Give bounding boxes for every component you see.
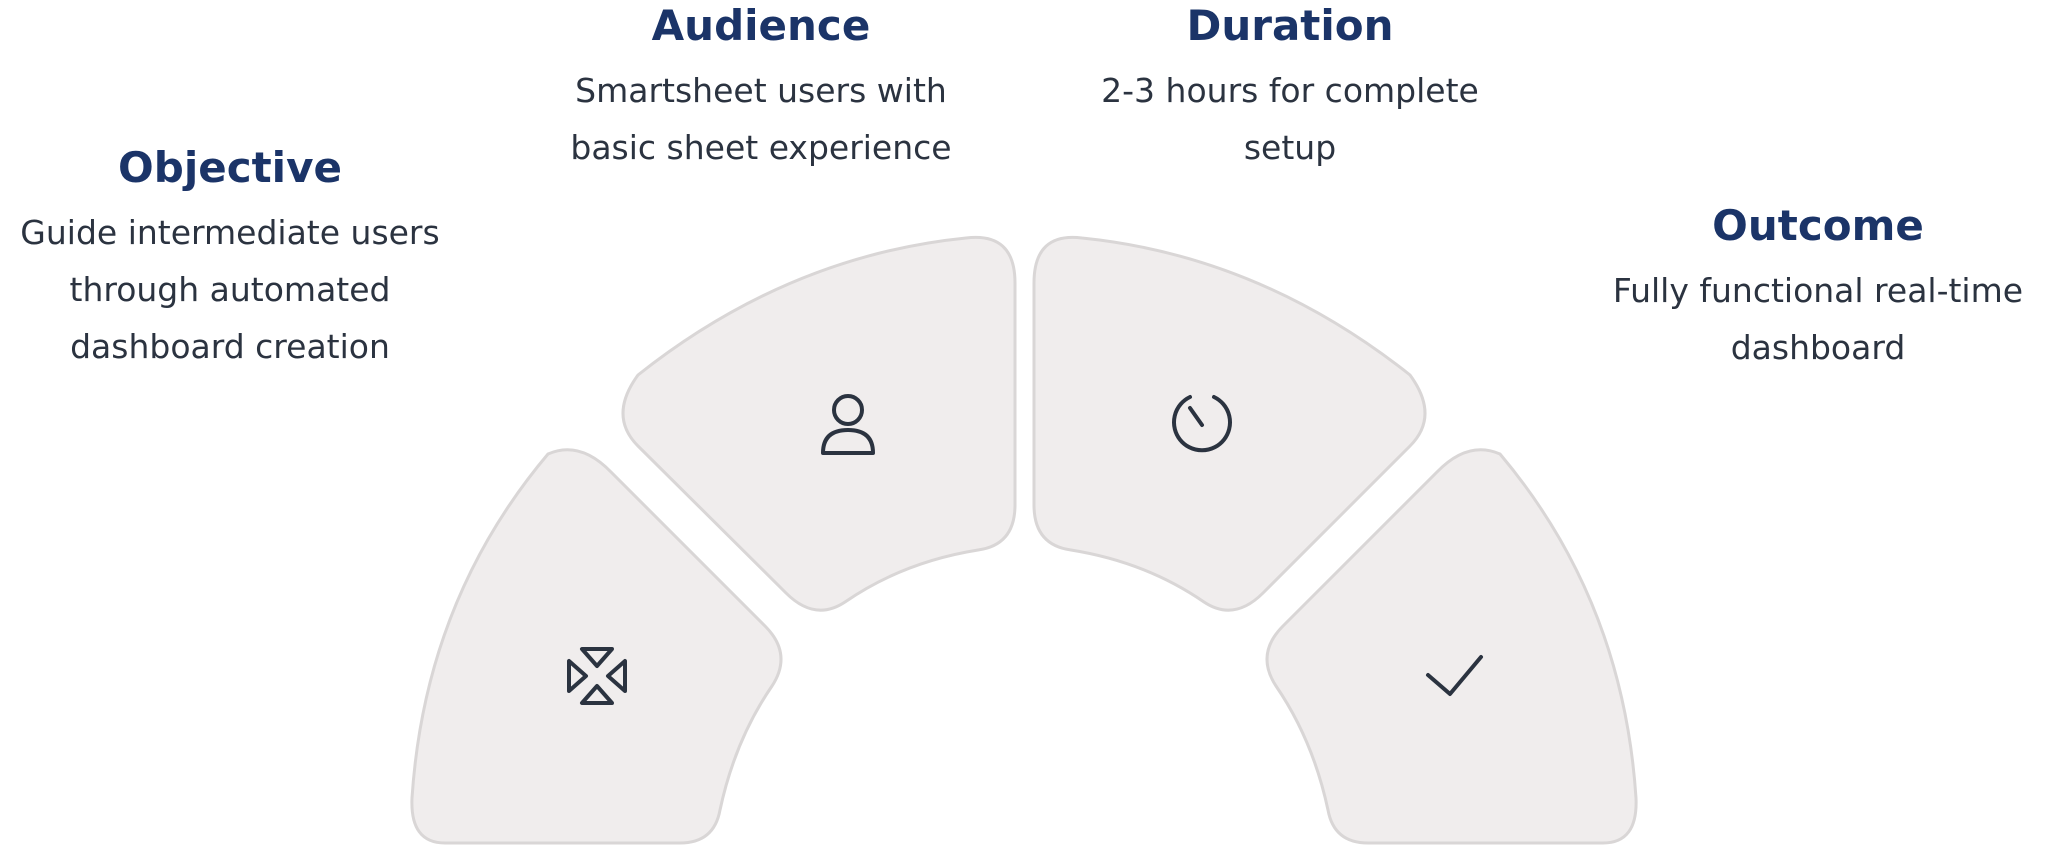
objective-title: Objective <box>118 143 342 192</box>
label-audience: Audience Smartsheet users with basic she… <box>541 0 981 176</box>
audience-title: Audience <box>651 1 871 50</box>
outcome-description: Fully functional real-time dashboard <box>1588 262 2046 376</box>
audience-description: Smartsheet users with basic sheet experi… <box>541 62 981 176</box>
objective-line-2: through automated <box>69 270 391 309</box>
duration-title: Duration <box>1186 1 1394 50</box>
objective-description: Guide intermediate users through automat… <box>0 204 460 375</box>
duration-line-1: 2-3 hours for complete <box>1101 71 1479 110</box>
objective-line-3: dashboard creation <box>70 327 390 366</box>
arc-segments <box>410 235 1638 845</box>
objective-line-1: Guide intermediate users <box>20 213 440 252</box>
label-objective: Objective Guide intermediate users throu… <box>0 142 460 375</box>
label-outcome: Outcome Fully functional real-time dashb… <box>1588 200 2046 376</box>
outcome-title: Outcome <box>1712 201 1924 250</box>
label-duration: Duration 2-3 hours for complete setup <box>1070 0 1510 176</box>
duration-line-2: setup <box>1243 128 1337 167</box>
outcome-line-2: dashboard <box>1730 328 1906 367</box>
outcome-line-1: Fully functional real-time <box>1612 271 2024 310</box>
duration-description: 2-3 hours for complete setup <box>1070 62 1510 176</box>
audience-line-2: basic sheet experience <box>570 128 952 167</box>
audience-line-1: Smartsheet users with <box>575 71 947 110</box>
arc-diagram <box>0 0 2046 845</box>
